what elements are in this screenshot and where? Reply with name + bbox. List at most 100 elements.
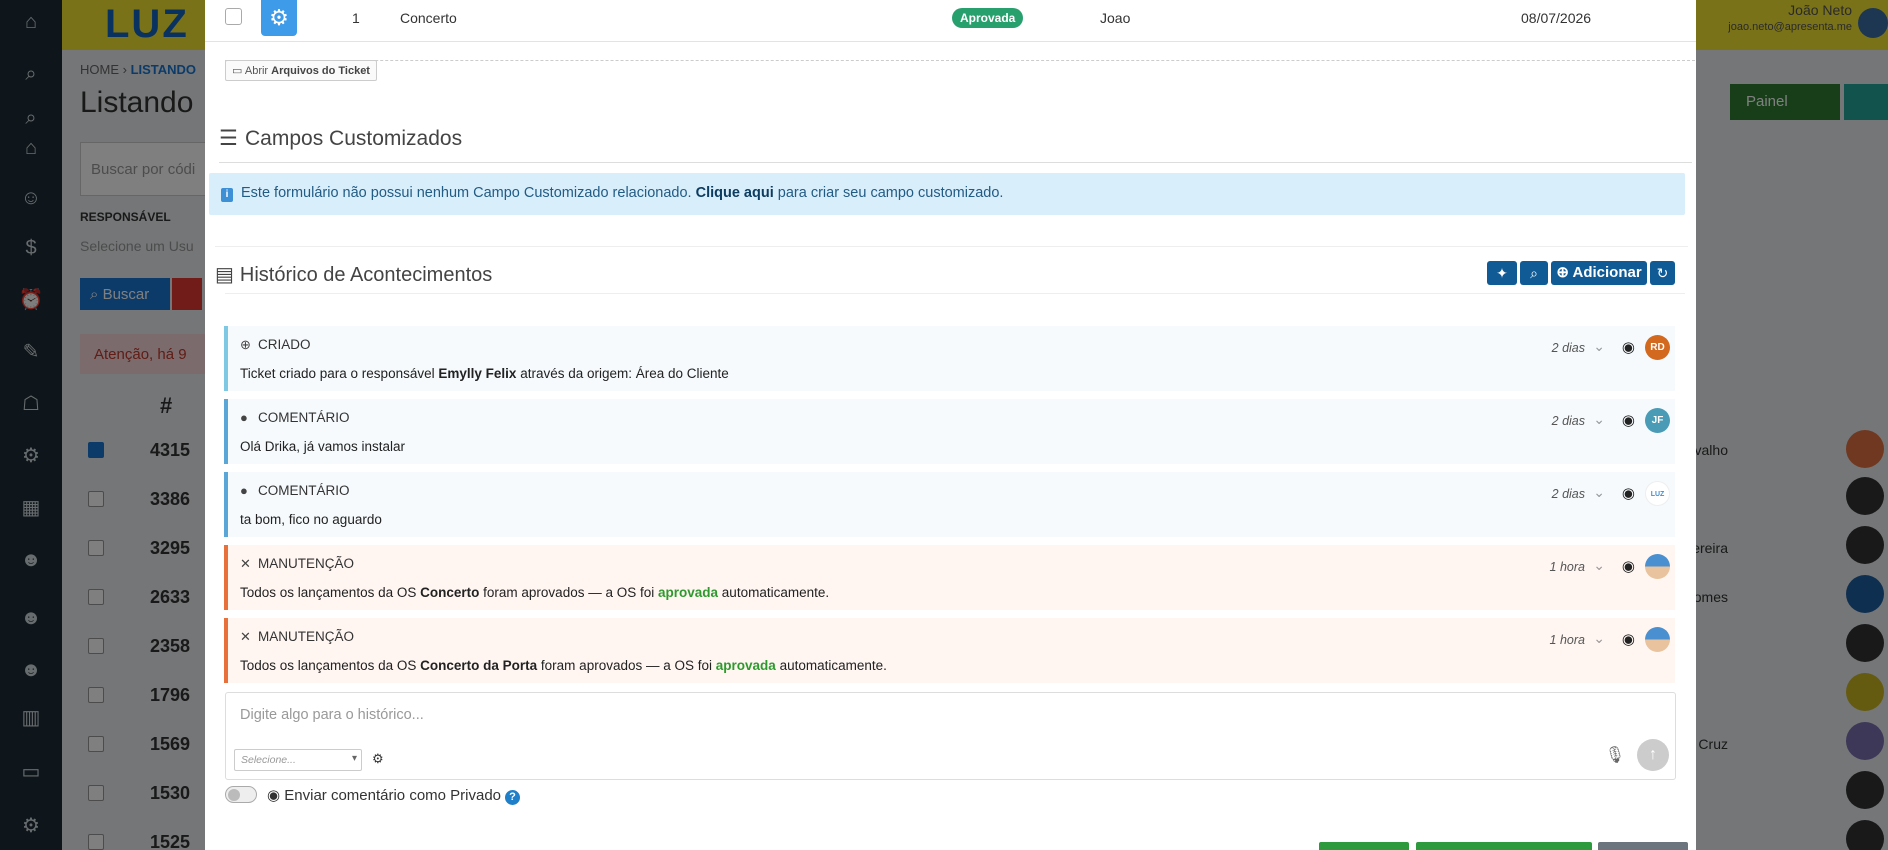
- event-body: Todos os lançamentos da OS Concerto da P…: [240, 658, 887, 673]
- history-type-select[interactable]: Selecione... ▾: [234, 749, 362, 771]
- history-event: ● COMENTÁRIO ta bom, fico no aguardo 2 di…: [224, 472, 1675, 537]
- os-name: Concerto: [400, 10, 457, 26]
- comment-icon: ●: [240, 483, 248, 498]
- ticket-modal: ⚙ 1 Concerto Aprovada Joao 08/07/2026 ▭ …: [205, 0, 1696, 850]
- custom-fields-info-alert: i Este formulário não possui nenhum Campo…: [209, 173, 1685, 215]
- refresh-icon: ↻: [1656, 265, 1669, 281]
- custom-fields-heading: ☰ Campos Customizados: [219, 126, 462, 151]
- footer-button-save[interactable]: [1416, 842, 1592, 850]
- chevron-down-icon[interactable]: ⌄: [1593, 411, 1605, 428]
- event-text-mid: foram aprovados — a OS foi: [483, 585, 655, 600]
- event-type-label: COMENTÁRIO: [258, 483, 350, 498]
- chevron-down-icon[interactable]: ⌄: [1593, 557, 1605, 574]
- history-event: ● COMENTÁRIO Olá Drika, já vamos instalar…: [224, 399, 1675, 464]
- chevron-down-icon[interactable]: ⌄: [1593, 630, 1605, 647]
- files-label: Arquivos do Ticket: [271, 65, 370, 77]
- avatar: [1645, 554, 1670, 579]
- event-time: 1 hora: [1549, 633, 1585, 647]
- event-type: ● COMENTÁRIO: [240, 410, 350, 425]
- send-button[interactable]: ↑: [1637, 739, 1669, 771]
- event-type-label: MANUTENÇÃO: [258, 629, 355, 644]
- os-settings-gear-icon[interactable]: ⚙: [261, 0, 297, 36]
- history-heading: ▤ Histórico de Acontecimentos: [215, 262, 492, 287]
- eye-icon[interactable]: ◉: [1622, 338, 1635, 356]
- os-row[interactable]: ⚙ 1 Concerto Aprovada Joao 08/07/2026: [205, 0, 1696, 42]
- event-time: 1 hora: [1549, 560, 1585, 574]
- event-approved: aprovada: [715, 658, 776, 673]
- history-event: ✕ MANUTENÇÃO Todos os lançamentos da OS C…: [224, 618, 1675, 683]
- history-title: Histórico de Acontecimentos: [239, 264, 493, 286]
- comment-icon: ●: [240, 410, 248, 425]
- divider: [219, 162, 1692, 163]
- event-time: 2 dias: [1551, 487, 1585, 501]
- avatar: JF: [1645, 408, 1670, 433]
- event-type: ✕ MANUTENÇÃO: [240, 556, 354, 572]
- event-bold: Emylly Felix: [438, 366, 517, 381]
- history-composer[interactable]: Digite algo para o histórico... Selecion…: [225, 692, 1676, 780]
- history-search-button[interactable]: ⌕: [1520, 261, 1548, 285]
- private-toggle[interactable]: [225, 786, 257, 803]
- event-type-label: MANUTENÇÃO: [258, 556, 355, 571]
- os-row-checkbox[interactable]: [225, 8, 242, 25]
- event-approved: aprovada: [658, 585, 719, 600]
- open-ticket-files-button[interactable]: ▭ Abrir Arquivos do Ticket: [225, 60, 377, 81]
- plus-circle-icon: ⊕: [240, 337, 251, 352]
- custom-fields-title: Campos Customizados: [245, 127, 463, 150]
- event-text-suffix: através da origem: Área do Cliente: [520, 366, 729, 381]
- avatar: [1645, 627, 1670, 652]
- refresh-button[interactable]: ↻: [1650, 261, 1675, 285]
- event-bold: Concerto: [420, 585, 480, 600]
- event-bold: Concerto da Porta: [420, 658, 538, 673]
- arrow-up-icon: ↑: [1649, 746, 1657, 763]
- eye-icon[interactable]: ◉: [1622, 411, 1635, 429]
- microphone-icon[interactable]: 🎙: [1605, 745, 1625, 765]
- private-label: ◉ Enviar comentário como Privado?: [267, 786, 521, 805]
- eye-icon: ◉: [267, 787, 281, 804]
- folder-icon: ▭: [232, 65, 243, 77]
- event-type: ✕ MANUTENÇÃO: [240, 629, 354, 645]
- gear-icon[interactable]: ⚙: [372, 751, 384, 767]
- eye-icon[interactable]: ◉: [1622, 630, 1635, 648]
- chevron-down-icon[interactable]: ⌄: [1593, 338, 1605, 355]
- add-label: Adicionar: [1572, 264, 1642, 281]
- footer-button-primary[interactable]: [1319, 842, 1409, 850]
- event-text: Ticket criado para o responsável: [240, 366, 435, 381]
- pin-button[interactable]: ✦: [1487, 261, 1517, 285]
- toggle-knob: [228, 789, 240, 801]
- status-badge: Aprovada: [952, 8, 1024, 28]
- avatar: LUZ: [1645, 481, 1670, 506]
- chevron-down-icon[interactable]: ⌄: [1593, 484, 1605, 501]
- tools-icon: ✕: [240, 629, 251, 644]
- history-event: ✕ MANUTENÇÃO Todos os lançamentos da OS C…: [224, 545, 1675, 610]
- info-text: Este formulário não possui nenhum Campo …: [241, 185, 692, 201]
- event-body: ta bom, fico no aguardo: [240, 512, 382, 527]
- eye-icon[interactable]: ◉: [1622, 557, 1635, 575]
- event-time: 2 dias: [1551, 414, 1585, 428]
- os-date: 08/07/2026: [1521, 10, 1592, 26]
- event-text-mid: foram aprovados — a OS foi: [540, 658, 712, 673]
- caret-down-icon: ▾: [351, 753, 357, 764]
- event-body: Ticket criado para o responsável Emylly …: [240, 366, 729, 381]
- help-icon[interactable]: ?: [505, 790, 521, 805]
- history-event: ⊕ CRIADO Ticket criado para o responsável…: [224, 326, 1675, 391]
- event-text-suffix: automaticamente.: [721, 585, 830, 600]
- private-text: Enviar comentário como Privado: [284, 787, 502, 804]
- composer-input[interactable]: Digite algo para o histórico...: [240, 707, 424, 723]
- event-body: Olá Drika, já vamos instalar: [240, 439, 406, 454]
- event-type-label: CRIADO: [258, 337, 311, 352]
- search-icon: ⌕: [1530, 265, 1538, 281]
- add-history-button[interactable]: ⊕ Adicionar: [1551, 261, 1647, 285]
- tools-icon: ✕: [240, 556, 251, 571]
- divider: [225, 293, 1685, 294]
- create-custom-field-link[interactable]: Clique aqui: [696, 185, 774, 201]
- files-divider: [225, 60, 1695, 61]
- eye-icon[interactable]: ◉: [1622, 484, 1635, 502]
- files-prefix: Abrir: [244, 65, 269, 77]
- footer-button-close[interactable]: [1598, 842, 1688, 850]
- event-text-suffix: automaticamente.: [779, 658, 887, 673]
- avatar: RD: [1645, 335, 1670, 360]
- event-text: Todos os lançamentos da OS: [240, 658, 417, 673]
- event-type: ⊕ CRIADO: [240, 337, 311, 353]
- info-icon: i: [221, 188, 233, 202]
- event-body: Todos os lançamentos da OS Concerto fora…: [240, 585, 829, 600]
